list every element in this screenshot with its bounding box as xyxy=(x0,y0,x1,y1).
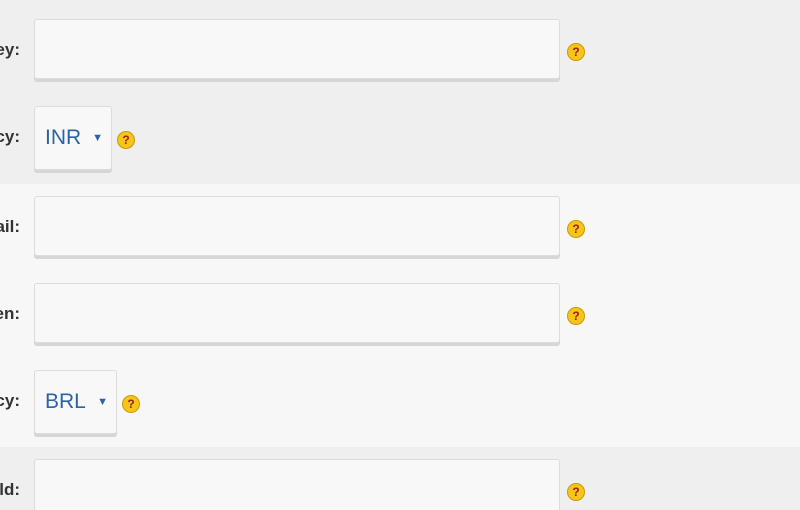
help-icon[interactable]: ? xyxy=(567,43,585,61)
select-value: BRL xyxy=(45,390,86,413)
text-field-2[interactable] xyxy=(34,196,560,256)
text-field-1[interactable] xyxy=(34,19,560,79)
currency-select-1[interactable]: INR ▼ xyxy=(34,106,112,170)
currency-select-2[interactable]: BRL ▼ xyxy=(34,370,117,434)
help-icon[interactable]: ? xyxy=(567,220,585,238)
field-label: cy: xyxy=(0,127,20,146)
help-icon[interactable]: ? xyxy=(122,395,140,413)
field-label: cy: xyxy=(0,391,20,410)
field-label: ld: xyxy=(0,480,20,499)
field-label: en: xyxy=(0,304,20,323)
dropdown-caret-icon: ▼ xyxy=(92,132,103,144)
select-value: INR xyxy=(45,126,82,149)
field-label: ail: xyxy=(0,217,20,236)
settings-form: ey: ? cy: INR ▼ ? ail: ? en: ? cy: BRL ▼… xyxy=(0,0,800,510)
text-field-3[interactable] xyxy=(34,283,560,343)
dropdown-caret-icon: ▼ xyxy=(97,396,108,408)
field-label: ey: xyxy=(0,40,20,59)
text-field-4[interactable] xyxy=(34,459,560,510)
help-icon[interactable]: ? xyxy=(567,483,585,501)
help-icon[interactable]: ? xyxy=(117,131,135,149)
help-icon[interactable]: ? xyxy=(567,307,585,325)
